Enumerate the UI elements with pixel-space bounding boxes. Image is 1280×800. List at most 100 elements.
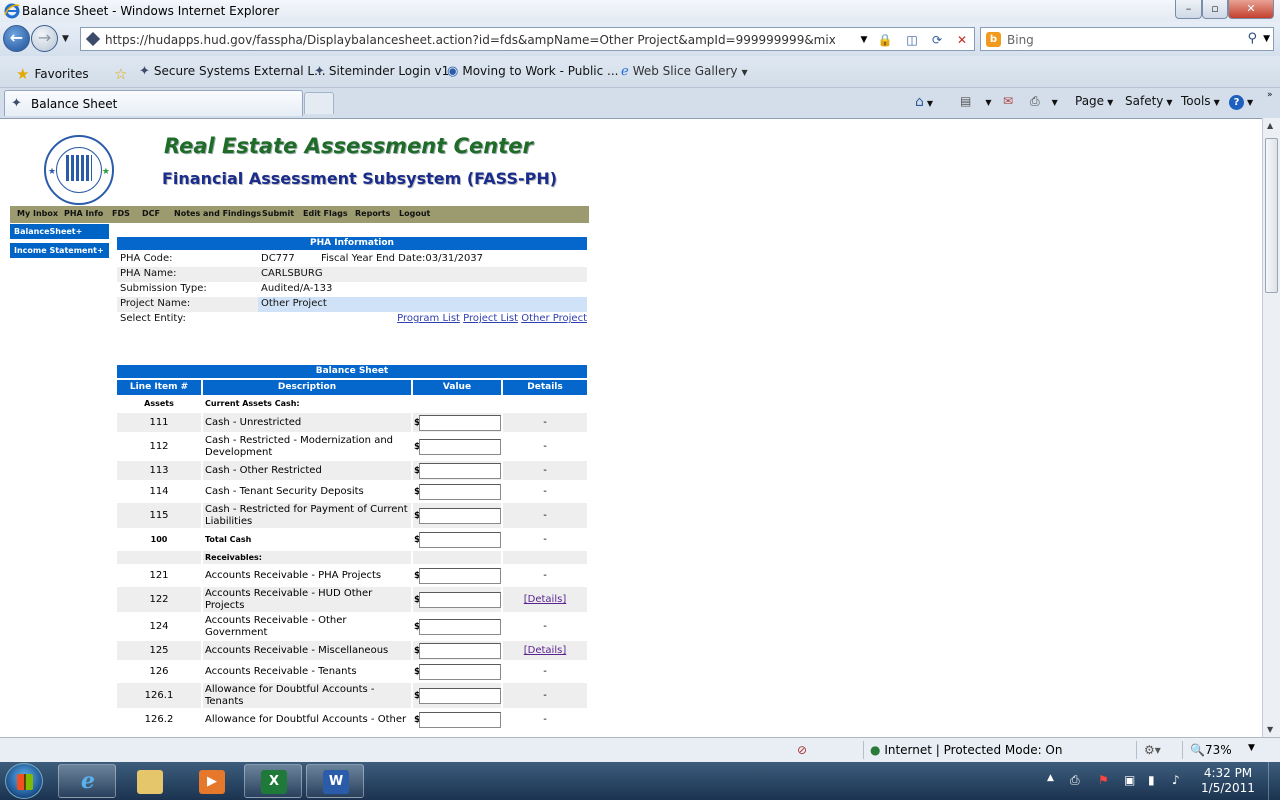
menu-edit-flags[interactable]: Edit Flags xyxy=(303,209,348,218)
value-cell: $ xyxy=(413,641,501,660)
value-input[interactable] xyxy=(419,567,501,584)
add-to-favorites-bar-icon[interactable]: ☆ xyxy=(114,64,132,83)
scroll-down-icon[interactable]: ▼ xyxy=(1267,725,1273,734)
network-icon[interactable]: ▮ xyxy=(1148,773,1155,787)
value-cell: $ xyxy=(413,503,501,528)
menu-logout[interactable]: Logout xyxy=(399,209,430,218)
menu-fds[interactable]: FDS xyxy=(112,209,130,218)
value-input[interactable] xyxy=(419,618,501,635)
search-dropdown-icon[interactable]: ▼ xyxy=(1263,34,1270,44)
popup-blocker-icon[interactable]: ⊘ xyxy=(797,743,807,757)
device-tray-icon[interactable]: ▣ xyxy=(1124,773,1135,787)
show-desktop-button[interactable] xyxy=(1268,762,1280,800)
taskbar-media-player[interactable]: ▶ xyxy=(182,764,240,798)
read-mail-button[interactable]: ✉ xyxy=(1003,94,1013,108)
show-hidden-icons[interactable]: ▲ xyxy=(1047,773,1054,783)
forward-button[interactable]: → xyxy=(31,25,58,52)
feeds-button[interactable]: ▤ ▼ xyxy=(960,94,992,108)
line-item-number: 122 xyxy=(117,587,201,612)
maximize-button[interactable]: ▫ xyxy=(1202,0,1228,19)
zoom-dropdown-icon[interactable]: ▼ xyxy=(1248,743,1255,753)
page-menu[interactable]: Page ▼ xyxy=(1075,94,1113,108)
sidebar-income-statement[interactable]: Income Statement+ xyxy=(10,243,109,259)
details-cell: [Details] xyxy=(503,587,587,612)
value-input[interactable] xyxy=(419,462,501,479)
value-cell: $ xyxy=(413,683,501,708)
menu-pha-info[interactable]: PHA Info xyxy=(64,209,103,218)
print-button[interactable]: ⎙ ▼ xyxy=(1030,94,1058,109)
col-details: Details xyxy=(503,380,587,395)
scrollbar-thumb[interactable] xyxy=(1265,138,1278,293)
value-input[interactable] xyxy=(419,663,501,680)
security-zone[interactable]: ● Internet | Protected Mode: On xyxy=(870,743,1062,757)
other-project-link[interactable]: Other Project xyxy=(521,313,587,324)
compatibility-view-icon[interactable]: ◫ xyxy=(903,31,921,49)
favorite-link-web-slice-gallery[interactable]: ℯ Web Slice Gallery ▼ xyxy=(621,64,748,79)
pha-code-value: DC777 xyxy=(261,253,295,264)
favorites-button[interactable]: ★ Favorites xyxy=(16,64,89,83)
window-title: Balance Sheet - Windows Internet Explore… xyxy=(22,4,280,18)
help-button[interactable]: ? ▼ xyxy=(1229,94,1253,110)
system-clock[interactable]: 4:32 PM 1/5/2011 xyxy=(1196,766,1260,796)
url-text[interactable]: https://hudapps.hud.gov/fasspha/Displayb… xyxy=(105,33,835,47)
close-window-button[interactable]: ✕ xyxy=(1228,0,1274,19)
zoom-level[interactable]: 🔍73% xyxy=(1190,743,1232,757)
back-button[interactable]: ← xyxy=(3,25,30,52)
value-input[interactable] xyxy=(419,414,501,431)
details-cell: - xyxy=(503,482,587,501)
details-link[interactable]: [Details] xyxy=(524,594,566,605)
stop-icon[interactable]: ✕ xyxy=(953,31,971,49)
action-center-icon[interactable]: ⚑ xyxy=(1098,773,1109,787)
value-input[interactable] xyxy=(419,531,501,548)
details-cell: [Details] xyxy=(503,641,587,660)
taskbar-internet-explorer[interactable]: ℯ xyxy=(58,764,116,798)
value-input[interactable] xyxy=(419,438,501,455)
site-icon: ✦ xyxy=(314,64,325,79)
value-input[interactable] xyxy=(419,711,501,728)
favorite-link-moving-to-work[interactable]: ◉ Moving to Work - Public ... xyxy=(447,64,619,79)
recent-pages-dropdown-icon[interactable]: ▼ xyxy=(62,34,69,44)
scroll-up-icon[interactable]: ▲ xyxy=(1267,121,1273,130)
menu-my-inbox[interactable]: My Inbox xyxy=(17,209,58,218)
col-description: Description xyxy=(203,380,411,395)
favorite-link-secure-systems[interactable]: ✦ Secure Systems External L... xyxy=(139,64,326,79)
refresh-icon[interactable]: ⟳ xyxy=(928,31,946,49)
protected-mode-icon[interactable]: ⚙▾ xyxy=(1144,743,1161,757)
printer-tray-icon[interactable]: ⎙ xyxy=(1070,773,1080,788)
favorite-link-siteminder[interactable]: ✦ Siteminder Login v1 xyxy=(314,64,449,79)
value-input[interactable] xyxy=(419,642,501,659)
menu-dcf[interactable]: DCF xyxy=(142,209,160,218)
safety-menu[interactable]: Safety ▼ xyxy=(1125,94,1173,108)
value-input[interactable] xyxy=(419,687,501,704)
vertical-scrollbar[interactable]: ▲ ▼ xyxy=(1262,118,1280,737)
internet-explorer-icon xyxy=(4,3,20,19)
sidebar-balance-sheet[interactable]: BalanceSheet+ xyxy=(10,224,109,240)
home-button[interactable]: ⌂ ▼ xyxy=(915,94,933,110)
tools-menu[interactable]: Tools ▼ xyxy=(1181,94,1220,108)
search-box[interactable]: b Bing ⚲ ▼ xyxy=(980,27,1274,51)
search-icon[interactable]: ⚲ xyxy=(1247,31,1257,46)
value-input[interactable] xyxy=(419,483,501,500)
new-tab-button[interactable] xyxy=(304,92,334,114)
details-link[interactable]: [Details] xyxy=(524,645,566,656)
address-bar[interactable]: https://hudapps.hud.gov/fasspha/Displayb… xyxy=(80,27,975,51)
start-button[interactable] xyxy=(5,763,43,799)
value-input[interactable] xyxy=(419,507,501,524)
toolbar-overflow-icon[interactable]: » xyxy=(1267,90,1273,100)
volume-icon[interactable]: ♪ xyxy=(1172,773,1180,787)
menu-reports[interactable]: Reports xyxy=(355,209,390,218)
program-list-link[interactable]: Program List xyxy=(397,313,460,324)
details-none: - xyxy=(543,714,547,725)
taskbar-excel[interactable]: X xyxy=(244,764,302,798)
menu-notes-and-findings[interactable]: Notes and Findings xyxy=(174,209,261,218)
taskbar-word[interactable]: W xyxy=(306,764,364,798)
minimize-button[interactable]: – xyxy=(1175,0,1202,19)
address-dropdown-icon[interactable]: ▼ xyxy=(855,31,873,49)
value-input[interactable] xyxy=(419,591,501,608)
menu-submit[interactable]: Submit xyxy=(262,209,294,218)
tab-balance-sheet[interactable]: ✦ Balance Sheet xyxy=(4,90,303,116)
search-placeholder[interactable]: Bing xyxy=(1007,33,1034,47)
security-lock-icon[interactable]: 🔒 xyxy=(876,31,894,49)
taskbar-windows-explorer[interactable] xyxy=(120,764,178,798)
project-list-link[interactable]: Project List xyxy=(463,313,518,324)
